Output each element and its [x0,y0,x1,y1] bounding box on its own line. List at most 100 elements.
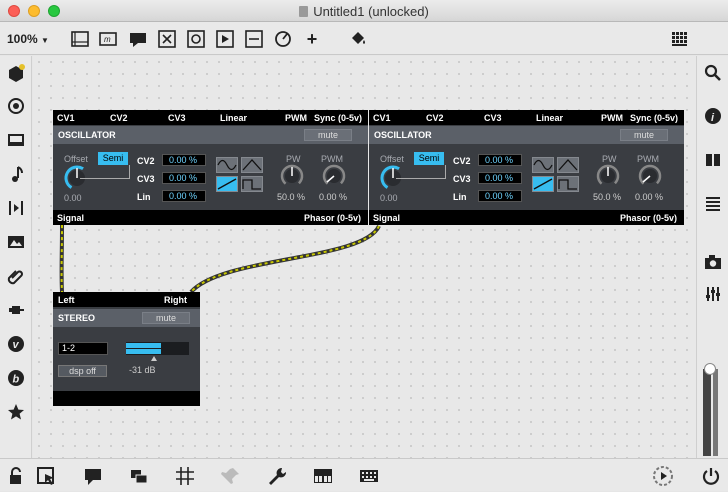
saw-wave-icon [217,177,237,191]
semi-button[interactable]: Semi [98,152,128,165]
piano-icon[interactable] [312,465,334,487]
cv2-number[interactable]: 0.00 % [162,154,206,166]
sliders-icon[interactable] [703,284,723,304]
offset-label: Offset [64,154,88,164]
image-icon[interactable] [6,232,26,252]
grid-menu-icon[interactable] [670,29,690,49]
patcher-canvas[interactable]: CV1 CV2 CV3 Linear PWM Sync (0-5v) OSCIL… [33,56,696,458]
stereo-inputs: Left Right [53,292,200,307]
comment-icon[interactable] [82,465,104,487]
oscillator-module-1[interactable]: CV1 CV2 CV3 Linear PWM Sync (0-5v) OSCIL… [53,110,368,225]
waveform-saw-button[interactable] [216,176,238,192]
square-wave-icon [558,177,578,191]
v-icon[interactable]: v [6,334,26,354]
mute-button[interactable]: mute [304,129,352,141]
mute-button[interactable]: mute [620,129,668,141]
volume-meter [713,369,718,456]
mute-button[interactable]: mute [142,312,190,324]
waveform-square-button[interactable] [557,176,579,192]
channel-selector[interactable]: 1-2 [58,342,108,355]
sine-wave-icon [533,158,553,172]
title-bar: Untitled1 (unlocked) [0,0,728,22]
info-icon[interactable]: i [703,106,723,126]
grid-icon[interactable] [174,465,196,487]
square-wave-icon [242,177,262,191]
tv-icon[interactable] [6,130,26,150]
player-object-icon[interactable] [215,29,235,49]
plug-icon[interactable] [6,300,26,320]
module-header: OSCILLATOR mute [369,126,684,144]
waveform-saw-button[interactable] [532,176,554,192]
module-header: OSCILLATOR mute [53,126,368,144]
triangle-wave-icon [242,158,262,172]
comment-box-icon[interactable] [128,29,148,49]
offset-value: 0.00 [380,193,398,203]
dsp-toggle-button[interactable]: dsp off [58,365,107,377]
lin-number[interactable]: 0.00 % [478,190,522,202]
oscillator-inputs: CV1 CV2 CV3 Linear PWM Sync (0-5v) [53,110,368,125]
stereo-output-module[interactable]: Left Right STEREO mute 1-2 dsp off -31 d… [53,292,200,406]
right-sidebar: i [696,56,728,458]
semi-button[interactable]: Semi [414,152,444,165]
cv2-number[interactable]: 0.00 % [478,154,522,166]
level-meter [126,342,189,355]
columns-icon[interactable] [703,150,723,170]
circle-icon[interactable] [6,96,26,116]
power-icon[interactable] [700,465,722,487]
pw-knob[interactable] [595,163,621,189]
pw-knob[interactable] [279,163,305,189]
pwm-knob[interactable] [321,163,347,189]
keyboard-icon[interactable] [358,465,380,487]
button-object-icon[interactable] [157,29,177,49]
svg-text:v: v [13,339,20,351]
cable-signal-right[interactable] [191,226,379,292]
paint-bucket-icon[interactable] [348,29,368,49]
search-icon[interactable] [703,63,723,83]
select-icon[interactable] [36,465,58,487]
list-icon[interactable] [703,194,723,214]
gain-value: -31 dB [129,365,156,375]
waveform-triangle-button[interactable] [557,157,579,173]
offset-label: Offset [380,154,404,164]
music-note-icon[interactable] [6,164,26,184]
waveform-sine-button[interactable] [216,157,238,173]
document-icon [299,6,308,17]
step-icon[interactable] [6,198,26,218]
play-icon[interactable] [652,465,674,487]
cv3-number[interactable]: 0.00 % [478,172,522,184]
paperclip-icon[interactable] [6,266,26,286]
windows-icon[interactable] [128,465,150,487]
lock-icon[interactable] [6,465,28,487]
lin-number[interactable]: 0.00 % [162,190,206,202]
saw-wave-icon [533,177,553,191]
star-icon[interactable] [6,402,26,422]
toolbar: 100% ▼ m + [0,22,728,55]
waveform-sine-button[interactable] [532,157,554,173]
gain-slider-handle[interactable] [151,356,157,361]
slider-object-icon[interactable] [244,29,264,49]
volume-slider-track[interactable] [703,369,711,456]
svg-text:b: b [13,374,20,386]
waveform-square-button[interactable] [241,176,263,192]
wrench-icon[interactable] [266,465,288,487]
oscillator-module-2[interactable]: CV1 CV2 CV3 Linear PWM Sync (0-5v) OSCIL… [369,110,684,225]
waveform-triangle-button[interactable] [241,157,263,173]
zoom-menu[interactable]: 100% ▼ [7,32,49,46]
pin-icon [220,465,242,487]
oscillator-outputs: Signal Phasor (0-5v) [53,210,368,225]
volume-slider-handle[interactable] [704,363,716,375]
pwm-knob[interactable] [637,163,663,189]
cv3-number[interactable]: 0.00 % [162,172,206,184]
toggle-object-icon[interactable] [186,29,206,49]
sine-wave-icon [217,158,237,172]
svg-text:m: m [104,35,111,44]
package-icon[interactable] [6,63,26,83]
camera-icon[interactable] [703,252,723,272]
oscillator-outputs: Signal Phasor (0-5v) [369,210,684,225]
object-box-icon[interactable] [70,29,90,49]
add-object-icon[interactable]: + [302,29,322,49]
b-icon[interactable]: b [6,368,26,388]
dial-object-icon[interactable] [273,29,293,49]
message-box-icon[interactable]: m [98,29,118,49]
level-meter-left [126,343,161,348]
